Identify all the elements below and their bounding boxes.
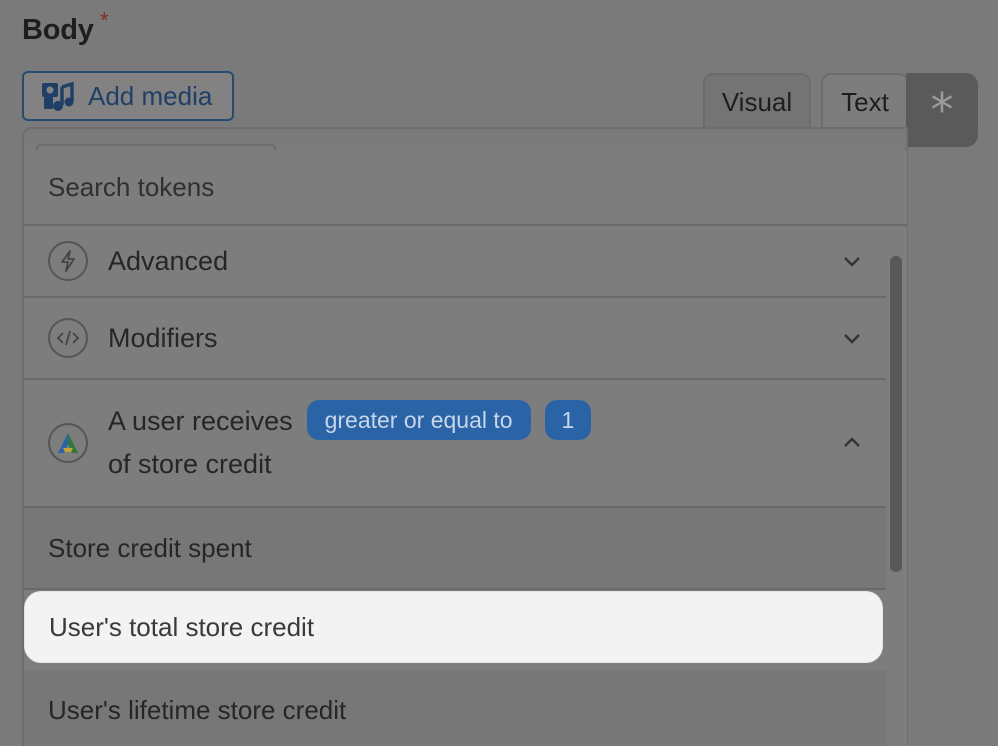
code-icon (48, 318, 88, 358)
trigger-text-before: A user receives (108, 406, 293, 436)
list-item[interactable]: Store credit spent (24, 508, 886, 590)
group-modifiers[interactable]: Modifiers (24, 298, 886, 380)
chevron-down-icon[interactable] (840, 326, 864, 350)
value-pill: 1 (544, 399, 592, 440)
add-media-button[interactable]: Add media (22, 71, 234, 121)
search-tokens-input[interactable]: Search tokens (24, 150, 907, 226)
add-media-label: Add media (88, 80, 213, 111)
group-advanced-label: Advanced (108, 245, 229, 276)
asterisk-icon: * (930, 83, 954, 137)
list-item-highlighted[interactable]: User's total store credit (25, 592, 882, 662)
required-star: * (100, 8, 109, 33)
operator-pill: greater or equal to (306, 399, 531, 440)
group-trigger[interactable]: A user receives greater or equal to 1 of s… (24, 380, 886, 508)
tab-visual[interactable]: Visual (703, 73, 811, 129)
app-logo-icon (48, 423, 88, 463)
field-label: Body (22, 14, 94, 46)
token-button[interactable]: * (906, 73, 978, 147)
chevron-up-icon[interactable] (840, 431, 864, 455)
group-advanced[interactable]: Advanced (24, 226, 886, 298)
bolt-icon (48, 241, 88, 281)
list-item[interactable]: User's lifetime store credit (24, 670, 886, 746)
trigger-text-after: of store credit (108, 449, 272, 479)
tab-text[interactable]: Text (821, 73, 909, 129)
chevron-down-icon[interactable] (840, 249, 864, 273)
trigger-text: A user receives greater or equal to 1 of s… (108, 399, 592, 486)
group-modifiers-label: Modifiers (108, 322, 218, 353)
media-icon (42, 81, 74, 111)
scrollbar-thumb[interactable] (890, 256, 902, 572)
